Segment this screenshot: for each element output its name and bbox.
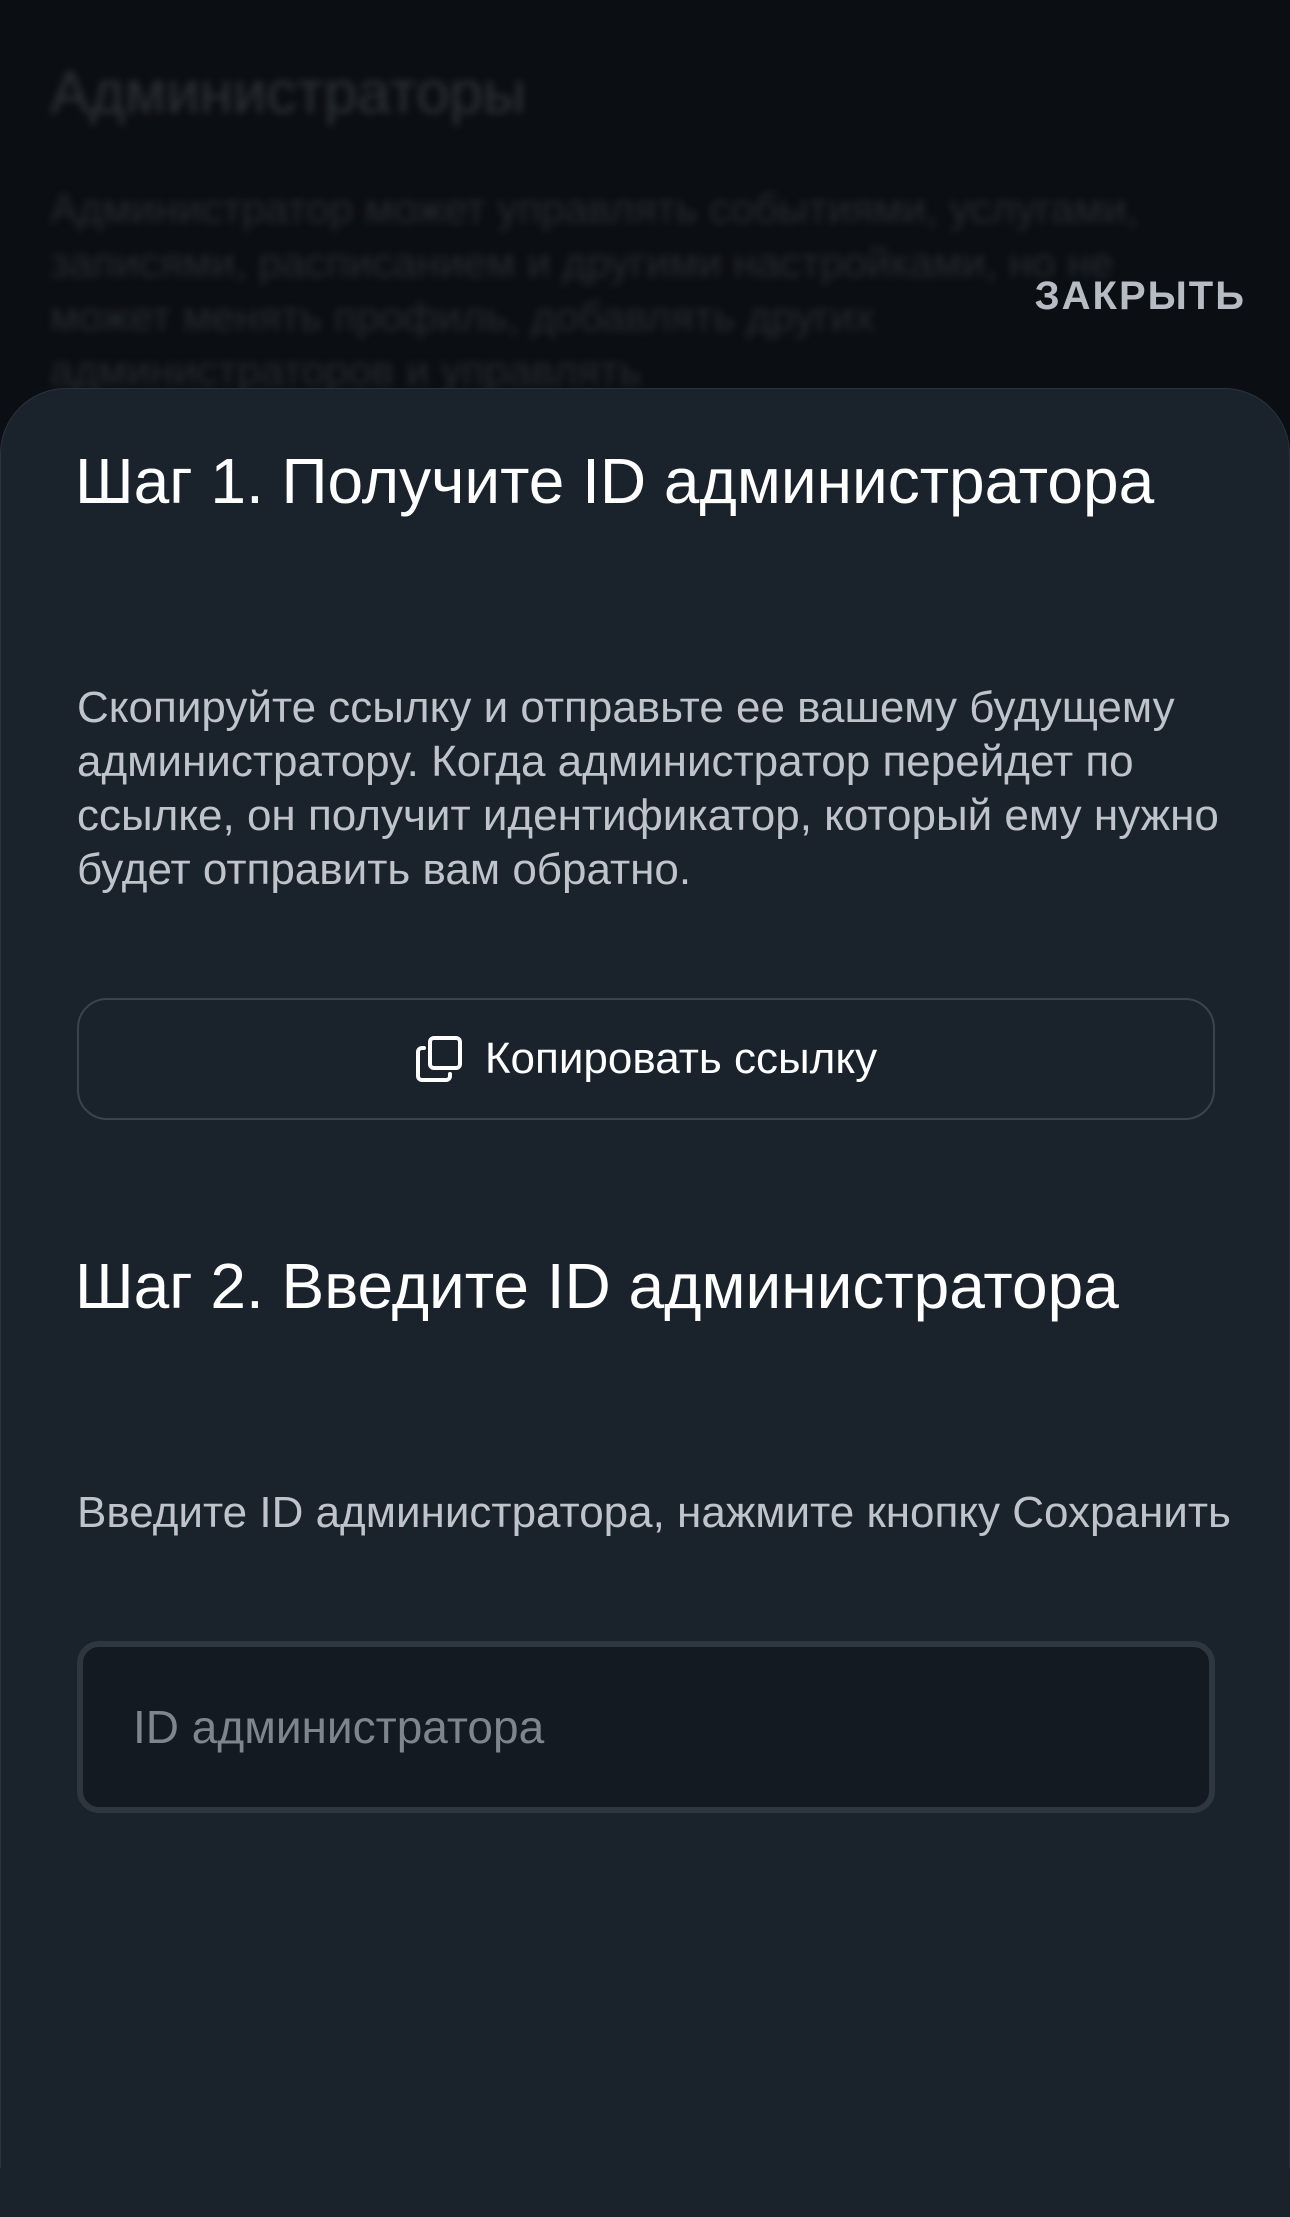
bottom-safe-area [0, 2168, 1290, 2217]
copy-icon [415, 1035, 463, 1083]
background-page-description: Администратор может управлять событиями,… [50, 185, 1139, 394]
step2-title: Шаг 2. Введите ID администратора [75, 1250, 1119, 1322]
step1-description: Скопируйте ссылку и отправьте ее вашему … [77, 683, 1219, 894]
screen: Администраторы Администратор может управ… [0, 0, 1290, 2217]
step1-title: Шаг 1. Получите ID администратора [75, 445, 1155, 517]
admin-id-field [77, 1641, 1215, 1813]
step2-description: Введите ID администратора, нажмите кнопк… [77, 1488, 1231, 1537]
copy-link-button[interactable]: Копировать ссылку [77, 998, 1215, 1120]
background-page: Администраторы Администратор может управ… [0, 0, 1290, 420]
close-button[interactable]: ЗАКРЫТЬ [1035, 274, 1246, 319]
background-page-title: Администраторы [50, 59, 527, 126]
copy-link-label: Копировать ссылку [484, 1034, 878, 1083]
bottom-sheet: Шаг 1. Получите ID администратора Скопир… [0, 388, 1290, 2170]
admin-id-input[interactable] [83, 1647, 1209, 1807]
